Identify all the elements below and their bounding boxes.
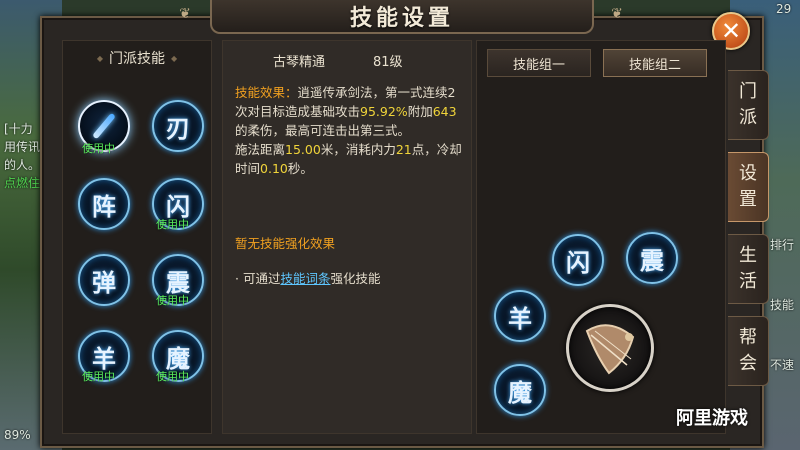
enhance-prefix: · 可通过 <box>235 271 281 286</box>
chat-line: 点燃住 <box>4 176 41 190</box>
skill-detail-header: 古琴精通 81级 <box>223 47 471 71</box>
range-paragraph: 施法距离15.00米，消耗内力21点，冷却时间0.10秒。 <box>235 140 463 178</box>
sect-skills-header: 门派技能 <box>63 47 211 71</box>
skill-slot-formation[interactable]: 阵 <box>78 178 130 230</box>
effect-text: 附加 <box>407 104 433 119</box>
clock-fragment: 29 <box>776 2 792 16</box>
title-ornament-icon: ❦ <box>611 6 623 22</box>
skill-slot-bounce[interactable]: 弹 <box>78 254 130 306</box>
effect-percent: 95.92% <box>360 104 408 119</box>
skill-detail-panel: 古琴精通 81级 技能效果：逍遥传承剑法，第一式连续2次对目标造成基础攻击95.… <box>222 40 472 434</box>
watermark-logo: 阿里游戏 <box>676 408 748 429</box>
equipped-skill-sheep[interactable]: 羊 <box>494 290 546 342</box>
equipped-skill-demon[interactable]: 魔 <box>494 364 546 416</box>
range-value: 15.00 <box>285 142 321 157</box>
skill-level: 81级 <box>373 55 403 70</box>
chat-line: 的人。 <box>4 158 41 172</box>
enhance-hint: · 可通过技能词条强化技能 <box>235 269 463 288</box>
equipped-skill-flash[interactable]: 闪 <box>552 234 604 286</box>
tab-guild[interactable]: 帮会 <box>728 316 769 386</box>
skill-entry-link[interactable]: 技能词条 <box>280 271 330 286</box>
in-use-badge: 使用中 <box>156 218 189 231</box>
effect-label: 技能效果： <box>235 85 298 100</box>
enhance-suffix: 强化技能 <box>330 271 381 286</box>
effect-number: 643 <box>432 104 457 119</box>
skill-name: 古琴精通 <box>273 55 326 70</box>
guqin-weapon-icon <box>585 324 635 375</box>
skill-description: 技能效果：逍遥传承剑法，第一式连续2次对目标造成基础攻击95.92%附加643的… <box>235 83 463 288</box>
chat-line: 用传讯 <box>4 140 41 154</box>
tab-life[interactable]: 生活 <box>728 234 769 304</box>
effect-text: 的柔伤，最高可连击出第三式。 <box>235 123 411 138</box>
range-text: 米，消耗内力 <box>320 142 396 157</box>
in-use-badge: 使用中 <box>156 294 189 307</box>
hud-label: 不速 <box>770 358 795 372</box>
page-title: 技能设置 <box>349 6 454 31</box>
in-use-badge: 使用中 <box>82 142 115 155</box>
hud-rank-label: 排行 <box>770 238 795 252</box>
equipped-skill-quake[interactable]: 震 <box>626 232 678 284</box>
chat-line: [十力 <box>4 122 33 136</box>
in-use-badge: 使用中 <box>156 370 189 383</box>
battery-level: 89% <box>4 428 31 442</box>
guqin-weapon-icon[interactable] <box>566 304 654 392</box>
title-ornament-icon: ❦ <box>179 6 191 22</box>
sword-icon <box>92 112 116 140</box>
tab-settings[interactable]: 设置 <box>728 152 769 222</box>
cost-value: 21 <box>395 142 412 157</box>
title-bar: 技能设置 <box>210 0 594 34</box>
skill-group-one-button[interactable]: 技能组一 <box>487 49 591 77</box>
range-text: 秒。 <box>287 161 313 176</box>
range-text: 施法距离 <box>235 142 286 157</box>
skill-slot-blade[interactable]: 刃 <box>152 100 204 152</box>
in-use-badge: 使用中 <box>82 370 115 383</box>
cooldown-value: 0.10 <box>260 161 288 176</box>
skill-group-two-button[interactable]: 技能组二 <box>603 49 707 77</box>
effect-paragraph: 技能效果：逍遥传承剑法，第一式连续2次对目标造成基础攻击95.92%附加643的… <box>235 83 463 140</box>
hud-skill-label: 技能 <box>770 298 795 312</box>
tab-sect[interactable]: 门派 <box>728 70 769 140</box>
enhance-title: 暂无技能强化效果 <box>235 236 336 251</box>
